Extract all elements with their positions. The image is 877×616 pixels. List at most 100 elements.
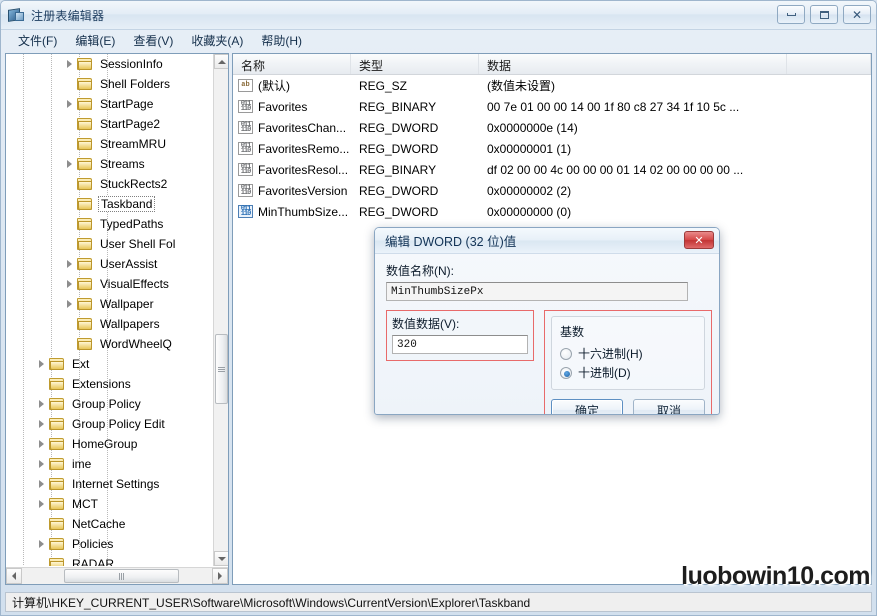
tree-item-shell-folders[interactable]: Shell Folders xyxy=(6,74,213,94)
table-row[interactable]: 011 110 FavoritesRemo... REG_DWORD 0x0000000… xyxy=(233,138,871,159)
tree-item-netcache[interactable]: NetCache xyxy=(6,514,213,534)
value-data-input[interactable]: 320 xyxy=(392,335,528,354)
tree-item-mct[interactable]: MCT xyxy=(6,494,213,514)
cell-type: REG_DWORD xyxy=(359,204,439,219)
tree-item-typedpaths[interactable]: TypedPaths xyxy=(6,214,213,234)
cancel-button[interactable]: 取消 xyxy=(633,399,705,414)
tree-item-stuckrects2[interactable]: StuckRects2 xyxy=(6,174,213,194)
tree-item-startpage2[interactable]: StartPage2 xyxy=(6,114,213,134)
chevron-right-icon[interactable] xyxy=(34,360,48,368)
tree-item-group-policy[interactable]: Group Policy xyxy=(6,394,213,414)
tree-item-userassist[interactable]: UserAssist xyxy=(6,254,213,274)
tree-item-ext[interactable]: Ext xyxy=(6,354,213,374)
tree-scroll-down-button[interactable] xyxy=(214,551,228,566)
tree-item-streams[interactable]: Streams xyxy=(6,154,213,174)
close-button[interactable]: ✕ xyxy=(843,5,871,24)
tree-item-taskband[interactable]: Taskband xyxy=(6,194,213,214)
tree-item-radar[interactable]: RADAR xyxy=(6,554,213,566)
tree-item-startpage[interactable]: StartPage xyxy=(6,94,213,114)
tree-hscroll-thumb[interactable] xyxy=(64,569,179,583)
menu-favorites[interactable]: 收藏夹(A) xyxy=(182,30,252,51)
tree-scroll-left-button[interactable] xyxy=(6,568,22,584)
registry-tree[interactable]: SessionInfo Shell Folders StartPage StartPa… xyxy=(6,54,213,566)
binary-value-icon: 011 110 xyxy=(238,205,253,218)
tree-item-homegroup[interactable]: HomeGroup xyxy=(6,434,213,454)
tree-item-wallpapers[interactable]: Wallpapers xyxy=(6,314,213,334)
cell-name: 011 110 FavoritesVersion xyxy=(233,184,351,198)
maximize-button[interactable] xyxy=(810,5,838,24)
radio-decimal-label: 十进制(D) xyxy=(578,366,631,380)
menu-help[interactable]: 帮助(H) xyxy=(252,30,311,51)
chevron-right-icon[interactable] xyxy=(34,480,48,488)
edit-dword-dialog: 编辑 DWORD (32 位)值 ✕ 数值名称(N): MinThumbSize… xyxy=(374,227,720,415)
tree-scroll-thumb[interactable] xyxy=(215,334,228,404)
cell-type: REG_DWORD xyxy=(359,141,439,156)
cell-data: 00 7e 01 00 00 14 00 1f 80 c8 27 34 1f 1… xyxy=(487,99,740,114)
folder-icon xyxy=(76,137,94,151)
chevron-right-icon[interactable] xyxy=(62,260,76,268)
tree-item-label: StreamMRU xyxy=(100,137,167,151)
folder-icon xyxy=(76,77,94,91)
tree-horizontal-scrollbar[interactable] xyxy=(6,567,228,584)
menu-file[interactable]: 文件(F) xyxy=(9,30,66,51)
chevron-right-icon[interactable] xyxy=(62,300,76,308)
tree-item-label: SessionInfo xyxy=(100,57,163,71)
folder-icon xyxy=(48,537,66,551)
chevron-right-icon[interactable] xyxy=(34,460,48,468)
tree-item-group-policy-edit[interactable]: Group Policy Edit xyxy=(6,414,213,434)
radio-hexadecimal[interactable]: 十六进制(H) xyxy=(560,344,696,363)
table-row[interactable]: ab (默认) REG_SZ (数值未设置) xyxy=(233,75,871,96)
registry-editor-window: 注册表编辑器 ✕ 文件(F) 编辑(E) 查看(V) 收藏夹(A) 帮助(H) … xyxy=(0,0,877,616)
chevron-right-icon[interactable] xyxy=(62,280,76,288)
cell-type: REG_SZ xyxy=(359,78,408,93)
folder-icon xyxy=(48,497,66,511)
chevron-right-icon[interactable] xyxy=(34,400,48,408)
status-bar: 计算机\HKEY_CURRENT_USER\Software\Microsoft… xyxy=(5,592,872,612)
folder-icon xyxy=(76,337,94,351)
chevron-right-icon[interactable] xyxy=(62,160,76,168)
folder-icon xyxy=(48,397,66,411)
column-header-name[interactable]: 名称 xyxy=(233,54,351,74)
chevron-right-icon[interactable] xyxy=(62,100,76,108)
table-row[interactable]: 011 110 Favorites REG_BINARY 00 7e 01 00 00 … xyxy=(233,96,871,117)
value-name: MinThumbSize... xyxy=(258,204,349,219)
tree-item-wallpaper[interactable]: Wallpaper xyxy=(6,294,213,314)
tree-item-label: StuckRects2 xyxy=(100,177,168,191)
tree-item-policies[interactable]: Policies xyxy=(6,534,213,554)
tree-scroll-up-button[interactable] xyxy=(214,54,228,69)
folder-icon xyxy=(48,357,66,371)
chevron-right-icon[interactable] xyxy=(62,60,76,68)
values-column-header: 名称 类型 数据 xyxy=(233,54,871,75)
tree-item-ime[interactable]: ime xyxy=(6,454,213,474)
column-header-type[interactable]: 类型 xyxy=(351,54,479,74)
tree-vertical-scrollbar[interactable] xyxy=(213,54,228,566)
ok-button[interactable]: 确定 xyxy=(551,399,623,414)
value-name-input[interactable]: MinThumbSizePx xyxy=(386,282,688,301)
table-row[interactable]: 011 110 FavoritesVersion REG_DWORD 0x0000000… xyxy=(233,180,871,201)
menu-view[interactable]: 查看(V) xyxy=(124,30,182,51)
table-row[interactable]: 011 110 FavoritesResol... REG_BINARY df 02 0… xyxy=(233,159,871,180)
tree-item-label: VisualEffects xyxy=(100,277,169,291)
chevron-right-icon[interactable] xyxy=(34,440,48,448)
tree-item-sessioninfo[interactable]: SessionInfo xyxy=(6,54,213,74)
tree-item-label: StartPage2 xyxy=(100,117,161,131)
column-header-data[interactable]: 数据 xyxy=(479,54,787,74)
folder-icon xyxy=(48,517,66,531)
table-row[interactable]: 011 110 MinThumbSize... REG_DWORD 0x00000000… xyxy=(233,201,871,222)
tree-scroll-right-button[interactable] xyxy=(212,568,228,584)
tree-item-internet-settings[interactable]: Internet Settings xyxy=(6,474,213,494)
chevron-right-icon[interactable] xyxy=(34,540,48,548)
chevron-right-icon[interactable] xyxy=(34,420,48,428)
tree-item-streammru[interactable]: StreamMRU xyxy=(6,134,213,154)
tree-item-user-shell-fol[interactable]: User Shell Fol xyxy=(6,234,213,254)
chevron-right-icon[interactable] xyxy=(34,500,48,508)
minimize-button[interactable] xyxy=(777,5,805,24)
dialog-close-button[interactable]: ✕ xyxy=(684,231,714,249)
folder-icon xyxy=(48,477,66,491)
tree-item-wordwheelq[interactable]: WordWheelQ xyxy=(6,334,213,354)
radio-decimal[interactable]: 十进制(D) xyxy=(560,363,696,382)
tree-item-visualeffects[interactable]: VisualEffects xyxy=(6,274,213,294)
menu-edit[interactable]: 编辑(E) xyxy=(66,30,124,51)
table-row[interactable]: 011 110 FavoritesChan... REG_DWORD 0x0000000… xyxy=(233,117,871,138)
tree-item-extensions[interactable]: Extensions xyxy=(6,374,213,394)
